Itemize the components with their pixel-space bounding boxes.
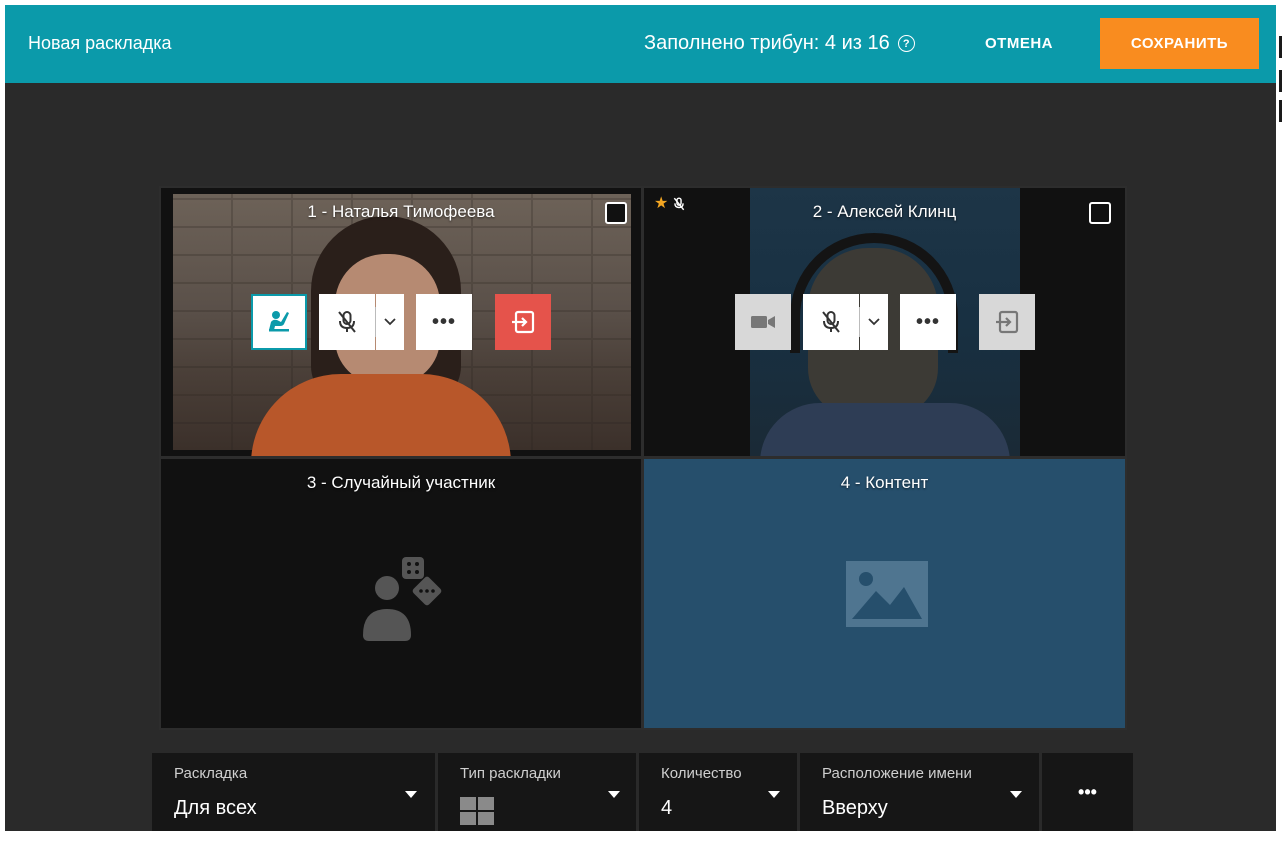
select-checkbox[interactable] <box>605 202 627 224</box>
remove-from-tribune-button[interactable] <box>979 294 1035 350</box>
count-label: Количество <box>661 765 742 782</box>
cancel-button[interactable]: ОТМЕНА <box>985 35 1053 52</box>
cell-label: 2 - Алексей Клинц <box>812 202 957 221</box>
tribune-cell-4[interactable]: 4 - Контент <box>644 459 1125 728</box>
name-position-label: Расположение имени <box>822 765 972 782</box>
caret-down-icon <box>405 791 417 798</box>
more-settings-button[interactable]: ••• <box>1042 753 1133 831</box>
cell-label: 4 - Контент <box>840 473 929 492</box>
layout-select-label: Раскладка <box>174 765 248 782</box>
mic-toggle[interactable] <box>803 294 859 350</box>
layout-select-value: Для всех <box>174 797 257 819</box>
count-select[interactable]: Количество 4 <box>639 753 797 831</box>
app-window: Новая раскладка Заполнено трибун: 4 из 1… <box>5 5 1276 831</box>
image-icon <box>846 561 928 627</box>
remove-from-tribune-button[interactable] <box>495 294 551 350</box>
tribune-cell-3[interactable]: 3 - Случайный участник <box>161 459 641 728</box>
name-position-select[interactable]: Расположение имени Вверху <box>800 753 1039 831</box>
caret-down-icon <box>768 791 780 798</box>
filled-tribunes-text: Заполнено трибун: 4 из 16 <box>644 32 890 54</box>
top-bar: Новая раскладка Заполнено трибун: 4 из 1… <box>5 5 1276 83</box>
exit-icon <box>512 310 535 334</box>
camera-button[interactable] <box>735 294 791 350</box>
select-checkbox[interactable] <box>1089 202 1111 224</box>
mic-dropdown[interactable] <box>860 294 888 350</box>
mic-toggle[interactable] <box>319 294 375 350</box>
more-icon: ••• <box>431 311 456 333</box>
cell-label: 3 - Случайный участник <box>306 473 496 492</box>
mic-off-icon <box>822 311 840 333</box>
tribune-cell-1[interactable]: 1 - Наталья Тимофеева ••• <box>161 188 641 456</box>
mic-off-icon <box>338 311 356 333</box>
mic-dropdown[interactable] <box>376 294 404 350</box>
save-button[interactable]: СОХРАНИТЬ <box>1100 18 1259 69</box>
layout-type-select[interactable]: Тип раскладки <box>438 753 636 831</box>
more-options-button[interactable]: ••• <box>900 294 956 350</box>
layout-type-label: Тип раскладки <box>460 765 561 782</box>
camera-icon <box>751 316 775 328</box>
tribune-cell-2[interactable]: ★ 2 - Алексей Клинц ••• <box>644 188 1125 456</box>
mic-control[interactable] <box>319 294 404 350</box>
grid-layout-icon <box>460 797 494 825</box>
layout-settings-bar: Раскладка Для всех Тип раскладки Количес… <box>152 753 1133 831</box>
chevron-down-icon <box>384 318 396 326</box>
cell-label: 1 - Наталья Тимофеева <box>307 202 495 221</box>
exit-icon <box>996 310 1019 334</box>
count-value: 4 <box>661 797 673 819</box>
presenter-icon <box>265 306 293 339</box>
more-options-button[interactable]: ••• <box>416 294 472 350</box>
layout-select[interactable]: Раскладка Для всех <box>152 753 435 831</box>
mic-control[interactable] <box>803 294 888 350</box>
layout-grid: 1 - Наталья Тимофеева ••• ★ 2 - Алексей … <box>159 186 1127 730</box>
filled-tribunes-status: Заполнено трибун: 4 из 16 ? <box>644 32 915 55</box>
help-icon[interactable]: ? <box>897 35 915 52</box>
name-position-value: Вверху <box>822 797 888 819</box>
caret-down-icon <box>1010 791 1022 798</box>
random-participant-icon <box>363 557 442 641</box>
caret-down-icon <box>608 791 620 798</box>
raise-hand-button[interactable] <box>251 294 307 350</box>
more-icon: ••• <box>915 311 940 333</box>
chevron-down-icon <box>868 318 880 326</box>
page-title: Новая раскладка <box>28 33 172 53</box>
